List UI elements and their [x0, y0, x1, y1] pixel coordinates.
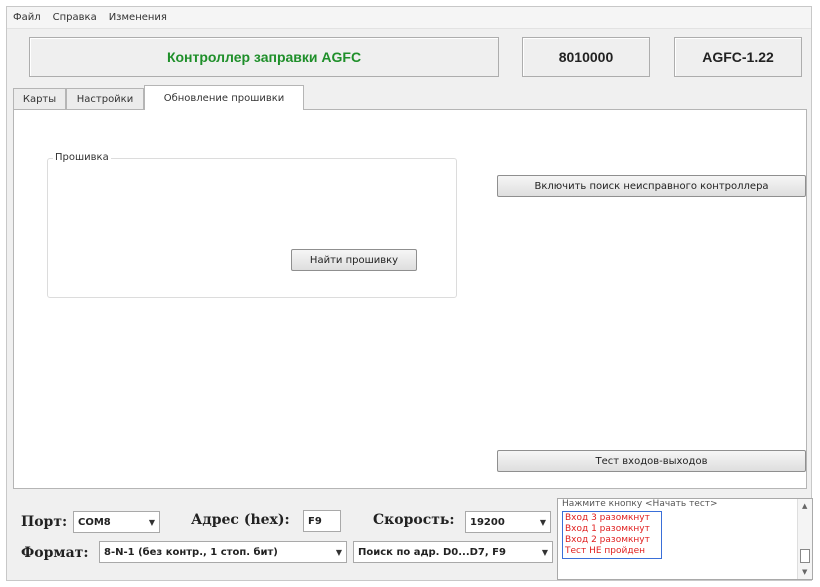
menu-file[interactable]: Файл — [13, 12, 41, 23]
log-results: Вход 3 разомкнут Вход 1 разомкнут Вход 2… — [562, 511, 662, 559]
scroll-up-icon[interactable]: ▲ — [802, 502, 807, 510]
speed-select[interactable]: 19200 ▼ — [465, 511, 551, 533]
firmware-version: AGFC-1.22 — [674, 37, 802, 77]
tab-cards[interactable]: Карты — [13, 88, 66, 110]
dropdown-arrow-icon: ▼ — [335, 548, 342, 557]
controller-title: Контроллер заправки AGFC — [29, 37, 499, 77]
log-line: Вход 3 разомкнут — [565, 513, 650, 523]
format-value: 8-N-1 (без контр., 1 стоп. бит) — [104, 546, 278, 558]
dropdown-arrow-icon: ▼ — [148, 518, 155, 527]
log-line: Вход 1 разомкнут — [565, 524, 650, 534]
format-label: Формат: — [21, 545, 89, 561]
scroll-down-icon[interactable]: ▼ — [802, 568, 807, 576]
speed-label: Скорость: — [373, 512, 455, 528]
speed-value: 19200 — [470, 516, 505, 528]
address-label: Адрес (hex): — [191, 512, 290, 528]
firmware-group: Прошивка Найти прошивку — [47, 152, 457, 298]
scrollbar-thumb[interactable] — [800, 549, 810, 563]
io-test-button[interactable]: Тест входов-выходов — [497, 450, 806, 472]
firmware-group-title: Прошивка — [53, 152, 111, 163]
app-window: Файл Справка Изменения Контроллер заправ… — [6, 6, 813, 581]
tab-settings[interactable]: Настройки — [66, 88, 144, 110]
find-firmware-button[interactable]: Найти прошивку — [291, 249, 417, 271]
faulty-controller-search-button[interactable]: Включить поиск неисправного контроллера — [497, 175, 806, 197]
tab-firmware-update[interactable]: Обновление прошивки — [144, 85, 304, 110]
log-line: Вход 2 разомкнут — [565, 535, 650, 545]
test-log[interactable]: Нажмите кнопку <Начать тест> Вход 3 разо… — [557, 498, 813, 580]
menu-help[interactable]: Справка — [53, 12, 97, 23]
search-mode-value: Поиск по адр. D0...D7, F9 — [358, 546, 506, 558]
menu-bar: Файл Справка Изменения — [7, 7, 811, 29]
log-hint: Нажмите кнопку <Начать тест> — [562, 499, 718, 509]
port-select[interactable]: COM8 ▼ — [73, 511, 160, 533]
log-line: Тест НЕ пройден — [565, 546, 645, 556]
serial-number: 8010000 — [522, 37, 650, 77]
search-mode-select[interactable]: Поиск по адр. D0...D7, F9 ▼ — [353, 541, 553, 563]
log-scrollbar[interactable]: ▲ ▼ — [797, 499, 812, 579]
dropdown-arrow-icon: ▼ — [541, 548, 548, 557]
port-label: Порт: — [21, 514, 68, 530]
menu-changes[interactable]: Изменения — [109, 12, 167, 23]
dropdown-arrow-icon: ▼ — [539, 518, 546, 527]
port-value: COM8 — [78, 516, 111, 528]
firmware-update-panel: Прошивка Найти прошивку Включить поиск н… — [13, 109, 807, 489]
address-input[interactable]: F9 — [303, 510, 341, 532]
format-select[interactable]: 8-N-1 (без контр., 1 стоп. бит) ▼ — [99, 541, 347, 563]
